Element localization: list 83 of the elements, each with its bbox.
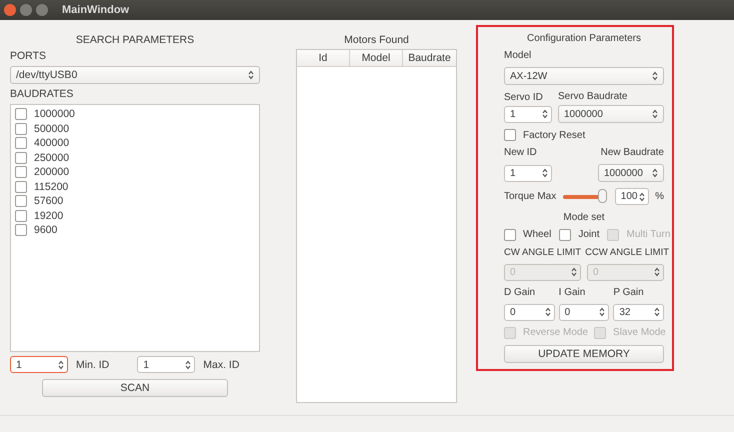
- arrows-icon: [652, 168, 658, 178]
- checkbox[interactable]: [15, 210, 27, 222]
- checkbox-label: Reverse Mode: [523, 327, 588, 338]
- checkbox[interactable]: [15, 122, 27, 134]
- unit-label: %: [655, 191, 664, 202]
- arrows-icon: [542, 168, 548, 178]
- section-title: Mode set: [562, 212, 606, 222]
- baudrate-option: 9600: [34, 224, 58, 236]
- field-label: CW ANGLE LIMIT: [504, 246, 582, 258]
- field-label: D Gain: [504, 286, 536, 298]
- arrows-icon: [185, 360, 192, 370]
- baudrate-dropdown[interactable]: 1000000: [558, 105, 664, 124]
- field-label: BAUDRATES: [10, 88, 74, 100]
- field-label: Torque Max: [504, 191, 556, 202]
- spin-box[interactable]: 32: [613, 304, 664, 321]
- baudrate-option: 57600: [34, 195, 64, 207]
- maximize-button[interactable]: [36, 4, 48, 16]
- spin-box[interactable]: 0: [504, 304, 555, 321]
- arrows-icon: [58, 360, 64, 370]
- checkbox-label: Factory Reset: [523, 130, 586, 141]
- spin-box[interactable]: 100: [614, 188, 650, 206]
- arrows-icon: [571, 267, 577, 278]
- baudrate-option: 19200: [34, 210, 64, 222]
- checkbox[interactable]: [15, 152, 27, 164]
- checkbox[interactable]: [504, 129, 516, 142]
- arrows-icon: [544, 307, 551, 318]
- field-label: New ID: [504, 147, 537, 158]
- checkbox[interactable]: [15, 108, 27, 120]
- column-header[interactable]: Id: [297, 50, 350, 66]
- arrows-icon: [542, 109, 548, 120]
- checkbox[interactable]: [15, 224, 27, 236]
- checkbox-label: Wheel: [523, 229, 552, 240]
- arrows-icon: [652, 71, 658, 82]
- baudrate-dropdown[interactable]: 1000000: [598, 164, 664, 182]
- checkbox-label: Multi Turn: [626, 229, 670, 240]
- checkbox-label: Slave Mode: [613, 327, 666, 338]
- spin-box[interactable]: 1: [504, 164, 552, 182]
- baudrate-option: 1000000: [34, 108, 75, 120]
- checkbox[interactable]: [15, 166, 27, 178]
- arrows-icon: [599, 307, 606, 318]
- field-label: I Gain: [558, 286, 586, 298]
- field-label: Servo ID: [504, 92, 544, 103]
- section-title: Configuration Parameters: [526, 33, 642, 44]
- checkbox[interactable]: [15, 180, 27, 192]
- torque-slider[interactable]: [562, 190, 609, 204]
- minimize-button[interactable]: [20, 4, 32, 16]
- spin-box[interactable]: 1: [504, 106, 552, 123]
- field-label: Servo Baudrate: [558, 91, 628, 102]
- field-label: CCW ANGLE LIMIT: [585, 246, 670, 258]
- spin-box[interactable]: 1: [137, 356, 196, 373]
- port-dropdown[interactable]: /dev/ttyUSB0: [10, 66, 260, 84]
- baudrate-option: 250000: [34, 152, 70, 164]
- arrows-icon: [654, 307, 660, 318]
- baudrate-option: 115200: [34, 180, 68, 192]
- field-label: PORTS: [10, 50, 47, 62]
- close-button[interactable]: [4, 4, 16, 16]
- checkbox-label: Joint: [578, 229, 600, 240]
- section-title: Motors Found: [343, 34, 410, 46]
- scan-button[interactable]: SCAN: [42, 379, 228, 397]
- field-label: New Baudrate: [600, 147, 664, 158]
- field-label: Min. ID: [76, 358, 110, 370]
- checkbox[interactable]: [504, 228, 516, 241]
- column-header[interactable]: Model: [350, 50, 403, 66]
- baudrate-option: 500000: [34, 122, 70, 134]
- update-memory-button[interactable]: UPDATE MEMORY: [504, 344, 664, 363]
- checkbox[interactable]: [559, 228, 572, 241]
- checkbox[interactable]: [15, 137, 27, 149]
- arrows-icon: [248, 70, 254, 80]
- field-label: Max. ID: [203, 358, 240, 370]
- spin-box[interactable]: 0: [558, 304, 610, 321]
- window-title: MainWindow: [62, 4, 130, 16]
- checkbox[interactable]: [15, 195, 27, 207]
- section-title: SEARCH PARAMETERS: [74, 34, 196, 46]
- arrows-icon: [639, 192, 646, 202]
- arrows-icon: [652, 109, 658, 120]
- field-label: Model: [504, 50, 532, 62]
- model-dropdown[interactable]: AX-12W: [504, 67, 664, 86]
- baudrate-option: 200000: [34, 166, 70, 178]
- spin-box[interactable]: 1: [10, 356, 68, 373]
- arrows-icon: [654, 267, 660, 278]
- field-label: P Gain: [613, 286, 645, 298]
- column-header[interactable]: Baudrate: [403, 50, 456, 66]
- baudrate-option: 400000: [34, 137, 70, 149]
